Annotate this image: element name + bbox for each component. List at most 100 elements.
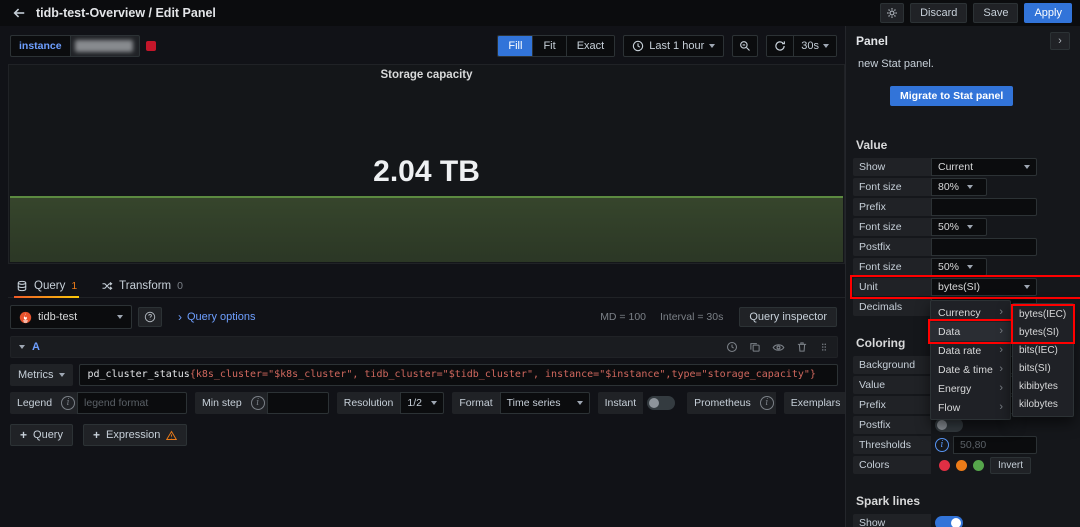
unit-category-menu: Currency › Data › Data rate › Date & tim…	[928, 300, 1013, 420]
unit-category-data[interactable]: Data ›	[928, 319, 1013, 344]
zoom-out-button[interactable]	[732, 35, 759, 57]
show-row: Show Current	[853, 158, 1080, 176]
chevron-down-icon	[576, 401, 583, 405]
unit-option-bits-iec[interactable]: bits(IEC)	[1013, 342, 1073, 360]
collapse-sidebar-button[interactable]: ›	[1050, 32, 1070, 50]
add-query-button[interactable]: + Query	[10, 424, 73, 446]
threshold-color-dot-red[interactable]	[939, 459, 950, 471]
chevron-right-icon: ›	[999, 344, 1003, 356]
chevron-down-icon	[1024, 285, 1030, 289]
unit-category-data-rate[interactable]: Data rate ›	[931, 341, 1010, 360]
unit-select[interactable]: bytes(SI)	[931, 278, 1037, 296]
metrics-label: Metrics	[18, 369, 54, 381]
value-font-size-select[interactable]: 80%	[931, 178, 987, 196]
background-label: Background	[853, 356, 931, 374]
postfix-font-size-label: Font size	[853, 258, 931, 276]
time-range-picker[interactable]: Last 1 hour	[623, 35, 725, 57]
invert-colors-button[interactable]: Invert	[990, 456, 1032, 474]
query-history-icon[interactable]	[726, 341, 738, 353]
legend-format-input[interactable]	[77, 392, 188, 414]
discard-button[interactable]: Discard	[910, 3, 968, 23]
fill-button[interactable]: Fill	[498, 36, 534, 56]
chevron-down-icon	[967, 265, 974, 269]
metrics-dropdown[interactable]: Metrics	[10, 364, 74, 386]
chevron-right-icon: ›	[178, 310, 182, 324]
chevron-down-icon	[823, 44, 829, 48]
fit-button[interactable]: Fit	[533, 36, 567, 56]
save-button[interactable]: Save	[973, 3, 1019, 23]
refresh-interval-dropdown[interactable]: 30s	[794, 36, 836, 56]
colors-label: Colors	[853, 456, 931, 474]
unit-option-kilobytes[interactable]: kilobytes	[1013, 396, 1073, 414]
postfix-color-toggle[interactable]	[935, 418, 963, 432]
unit-option-bytes-iec[interactable]: bytes(IEC)	[1013, 306, 1073, 324]
migrate-to-stat-button[interactable]: Migrate to Stat panel	[890, 86, 1014, 106]
thresholds-input[interactable]	[953, 436, 1037, 454]
threshold-color-dot-green[interactable]	[973, 459, 984, 471]
sparkline-show-toggle[interactable]	[935, 516, 963, 527]
refresh-icon	[775, 41, 786, 51]
format-select[interactable]: Time series	[499, 392, 590, 414]
datasource-name: tidb-test	[38, 311, 78, 323]
panel-settings-button[interactable]	[880, 3, 905, 23]
panel-big-value: 2.04 TB	[373, 155, 480, 188]
datasource-help-button[interactable]	[138, 307, 162, 327]
tab-transform-count: 0	[177, 280, 183, 292]
plus-icon: +	[92, 428, 100, 442]
unit-category-energy[interactable]: Energy ›	[931, 379, 1010, 398]
topbar-actions: Discard Save Apply	[880, 3, 1072, 23]
tab-query[interactable]: Query 1	[14, 280, 80, 298]
drag-handle-icon[interactable]	[819, 341, 829, 353]
query-inspector-button[interactable]: Query inspector	[739, 307, 837, 327]
eye-icon[interactable]	[772, 341, 785, 354]
tab-transform[interactable]: Transform 0	[99, 280, 185, 297]
chevron-down-icon	[431, 401, 438, 405]
datasource-picker[interactable]: tidb-test	[10, 305, 132, 329]
apply-button[interactable]: Apply	[1024, 3, 1072, 23]
duplicate-icon[interactable]	[749, 341, 761, 353]
min-step-label: Min step	[195, 392, 249, 414]
editor-tabs: Query 1 Transform 0	[8, 274, 845, 298]
plus-icon: +	[20, 428, 28, 442]
show-label: Show	[853, 158, 931, 176]
unit-category-flow[interactable]: Flow ›	[931, 398, 1010, 417]
font-size-label: Font size	[853, 218, 931, 236]
back-button[interactable]	[8, 2, 30, 24]
refresh-button[interactable]	[767, 36, 795, 56]
font-size-row: Font size 80%	[853, 178, 1080, 196]
query-expression-input[interactable]: pd_cluster_status{k8s_cluster="$k8s_clus…	[79, 364, 838, 386]
chevron-down-icon	[967, 225, 974, 229]
show-select[interactable]: Current	[931, 158, 1037, 176]
chevron-right-icon: ›	[999, 401, 1003, 413]
postfix-font-size-select[interactable]: 50%	[931, 258, 987, 276]
query-actions: + Query + Expression	[10, 424, 188, 446]
collapse-row-icon[interactable]	[19, 345, 25, 349]
threshold-color-dot-orange[interactable]	[956, 459, 967, 471]
query-options-row: Legend i Min step i Resolution 1/2 Forma…	[10, 392, 866, 414]
prefix-input[interactable]	[931, 198, 1037, 216]
variable-instance-dropdown[interactable]	[69, 35, 140, 57]
refresh-controls: 30s	[766, 35, 837, 57]
migration-note: new Stat panel.	[858, 58, 934, 70]
variable-instance-value-redacted	[74, 40, 133, 52]
unit-category-currency[interactable]: Currency ›	[931, 303, 1010, 322]
query-options-toggle[interactable]: › Query options	[178, 311, 255, 323]
prefix-font-size-select[interactable]: 50%	[931, 218, 987, 236]
resolution-select[interactable]: 1/2	[400, 392, 445, 414]
unit-option-bytes-si[interactable]: bytes(SI)	[1013, 324, 1073, 342]
unit-category-date-time[interactable]: Date & time ›	[931, 360, 1010, 379]
min-step-input[interactable]	[266, 392, 329, 414]
sparkline-graph	[10, 196, 843, 262]
menu-item-label: Currency	[938, 306, 981, 319]
font-size-value: 80%	[938, 181, 960, 193]
postfix-input[interactable]	[931, 238, 1037, 256]
value-section-title: Value	[856, 138, 888, 152]
query-expression-row: Metrics pd_cluster_status{k8s_cluster="$…	[10, 364, 838, 386]
trash-icon[interactable]	[796, 341, 808, 353]
unit-option-kibibytes[interactable]: kibibytes	[1013, 378, 1073, 396]
add-expression-button[interactable]: + Expression	[82, 424, 188, 446]
unit-option-bits-si[interactable]: bits(SI)	[1013, 360, 1073, 378]
info-icon: i	[59, 392, 78, 414]
exact-button[interactable]: Exact	[566, 36, 615, 56]
instant-toggle[interactable]	[647, 396, 676, 410]
